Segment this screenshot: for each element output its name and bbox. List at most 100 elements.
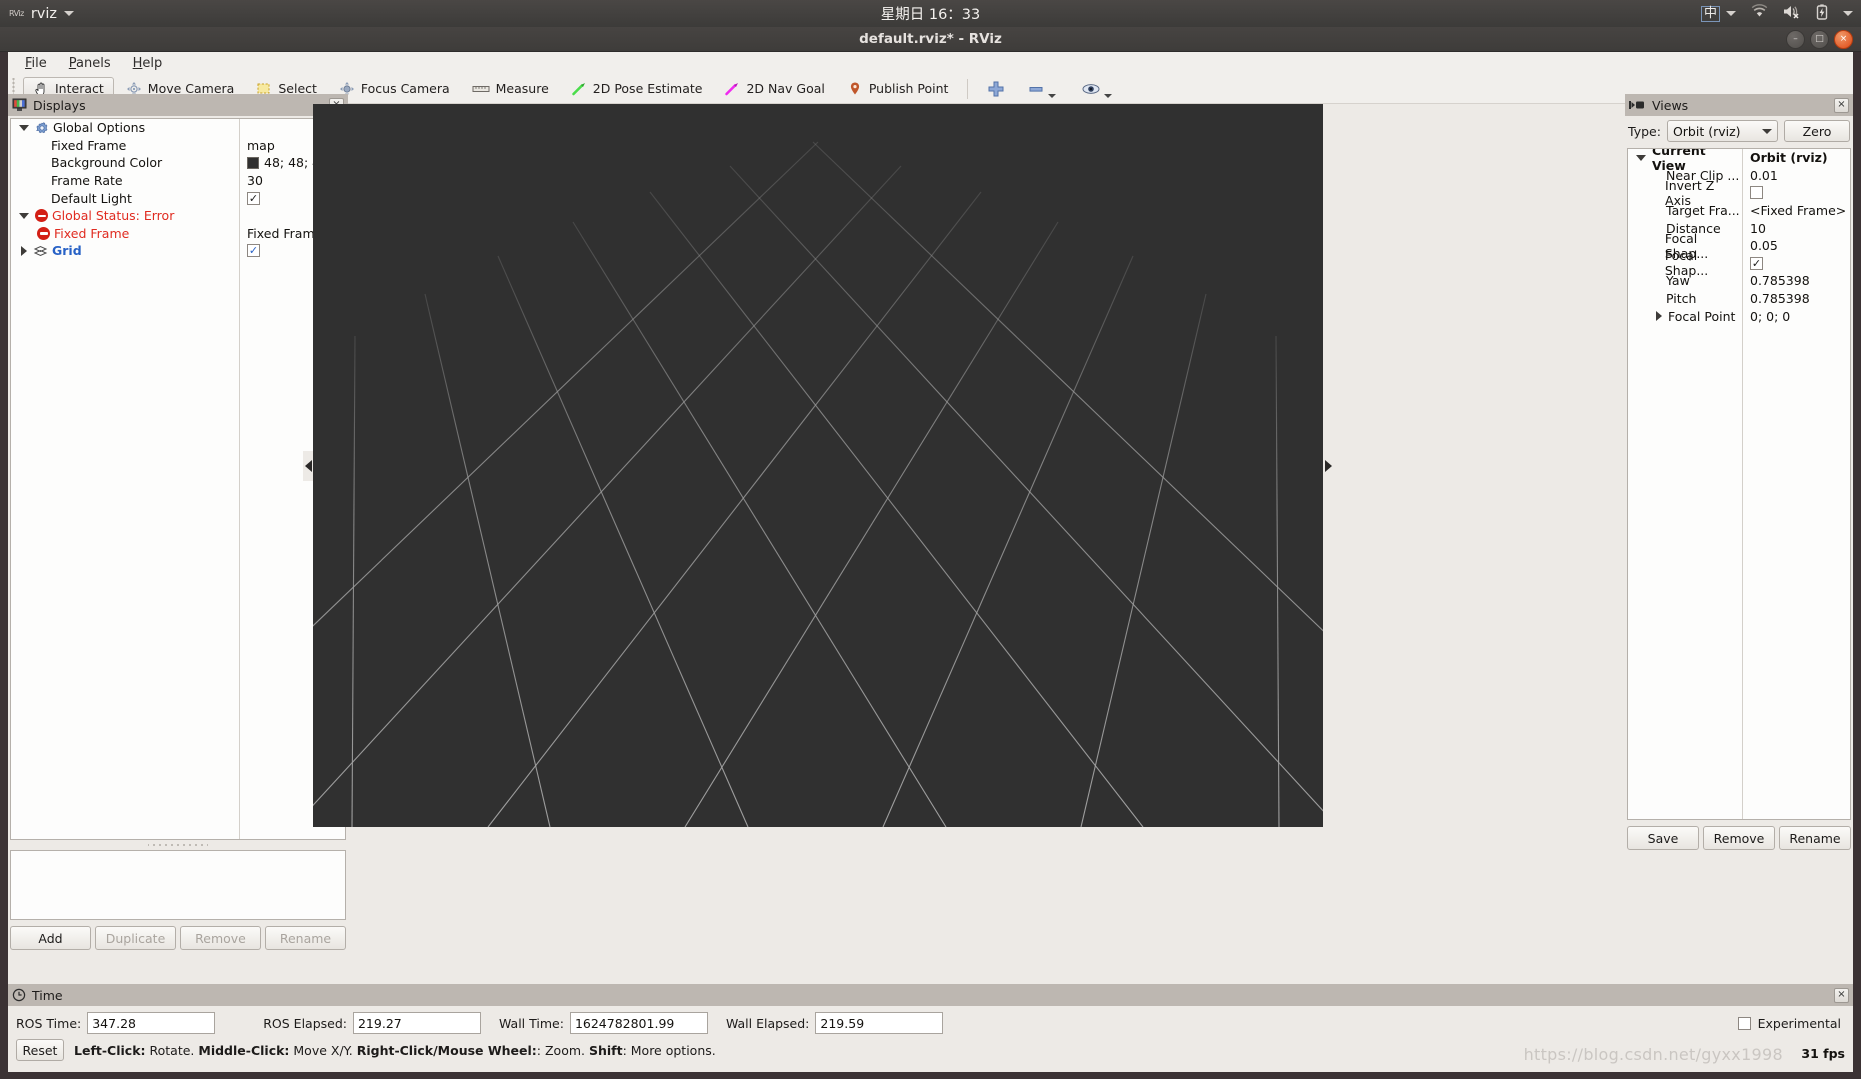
row-value[interactable]: 10 (1742, 221, 1850, 236)
view-type-select[interactable]: Orbit (rviz) (1666, 120, 1778, 142)
triangle-left-icon (304, 460, 312, 472)
experimental-toggle[interactable]: Experimental (1737, 1016, 1841, 1031)
table-row[interactable]: Fixed Frame Fixed Fram... (11, 225, 345, 243)
remove-button[interactable]: Remove (180, 926, 261, 950)
remove-button[interactable]: Remove (1703, 826, 1775, 850)
tool-2d-nav-goal[interactable]: 2D Nav Goal (714, 77, 834, 101)
input-method-indicator[interactable]: 中 (1700, 5, 1736, 22)
ros-time-input[interactable] (87, 1012, 216, 1034)
row-value[interactable]: 0.785398 (1742, 273, 1850, 288)
maximize-button[interactable]: □ (1810, 30, 1829, 49)
tool-publish-point[interactable]: Publish Point (837, 77, 959, 101)
views-tree[interactable]: Current View Orbit (rviz) Near Clip ... … (1627, 148, 1851, 820)
close-button[interactable]: × (1834, 30, 1853, 49)
table-row[interactable]: Focal Shap... ✓ (1628, 248, 1850, 278)
wall-time-label: Wall Time: (498, 1015, 564, 1031)
table-row[interactable]: Global Status: Error (11, 207, 345, 225)
table-row[interactable]: Grid ✓ (11, 242, 345, 260)
tool-focus-camera[interactable]: Focus Camera (329, 77, 460, 101)
tool-visibility-button[interactable] (1071, 77, 1125, 101)
table-row[interactable]: Fixed Frame map (11, 137, 345, 155)
tool-2d-pose-estimate[interactable]: 2D Pose Estimate (561, 77, 713, 101)
experimental-label: Experimental (1757, 1016, 1841, 1031)
mouse-hint-text: Left-Click: Rotate. Middle-Click: Move X… (74, 1043, 716, 1058)
battery-charging-icon[interactable] (1816, 3, 1828, 24)
collapse-left-handle[interactable] (303, 451, 313, 481)
wall-elapsed-input[interactable] (815, 1012, 944, 1034)
checkbox[interactable]: ✓ (247, 191, 260, 205)
close-icon[interactable]: × (1834, 97, 1849, 113)
views-panel: Views × Type: Orbit (rviz) Zero Current … (1625, 94, 1853, 984)
displays-panel-buttons: Add Duplicate Remove Rename (8, 920, 348, 954)
table-row[interactable]: Default Light ✓ (11, 189, 345, 207)
expander-icon[interactable] (19, 212, 29, 219)
experimental-checkbox[interactable] (1737, 1017, 1751, 1030)
menu-help[interactable]: Help (124, 54, 172, 73)
row-value[interactable]: Orbit (rviz) (1742, 150, 1850, 165)
rename-button[interactable]: Rename (1779, 826, 1851, 850)
minimize-button[interactable]: – (1786, 30, 1805, 49)
color-swatch-icon (247, 156, 259, 169)
rename-button[interactable]: Rename (265, 926, 346, 950)
row-value[interactable]: ✓ (1742, 256, 1850, 270)
table-row[interactable]: Yaw 0.785398 (1628, 272, 1850, 290)
duplicate-button[interactable]: Duplicate (95, 926, 176, 950)
wall-elapsed-label: Wall Elapsed: (725, 1015, 810, 1031)
time-panel-title: Time (32, 987, 63, 1003)
time-fields-row: ROS Time: ROS Elapsed: Wall Time: Wall E… (8, 1006, 1853, 1034)
add-button[interactable]: Add (10, 926, 91, 950)
table-row[interactable]: Invert Z Axis (1628, 178, 1850, 208)
row-value[interactable]: 0; 0; 0 (1742, 309, 1850, 324)
main-work-area: Displays × Global Options Fixed Frame ma (8, 94, 1853, 984)
expander-icon[interactable] (1636, 154, 1646, 161)
table-row[interactable]: Background Color 48; 48; 48 (11, 154, 345, 172)
table-row[interactable]: Target Fra... <Fixed Frame> (1628, 202, 1850, 220)
checkbox[interactable] (1750, 186, 1763, 200)
wifi-icon[interactable] (1751, 4, 1768, 23)
volume-muted-icon[interactable] (1783, 4, 1801, 23)
collapse-right-handle[interactable] (1323, 451, 1333, 481)
row-label: Default Light (51, 190, 132, 206)
expander-icon[interactable] (1656, 311, 1662, 322)
3d-viewport[interactable] (313, 104, 1323, 827)
wall-time-input[interactable] (569, 1012, 708, 1034)
column-separator[interactable] (1742, 149, 1743, 819)
column-separator[interactable] (239, 119, 240, 839)
session-menu-icon[interactable] (1843, 11, 1853, 16)
table-row[interactable]: Global Options (11, 119, 345, 137)
checkbox[interactable]: ✓ (1750, 256, 1763, 270)
expander-icon[interactable] (21, 245, 27, 256)
tool-measure[interactable]: Measure (462, 77, 559, 101)
view-type-row: Type: Orbit (rviz) Zero (1625, 116, 1853, 146)
system-clock[interactable]: 星期日 16：33 (0, 3, 1861, 24)
panel-splitter[interactable] (148, 841, 208, 849)
table-row[interactable]: Frame Rate 30 (11, 172, 345, 190)
row-value[interactable]: 0.05 (1742, 238, 1850, 253)
chevron-down-icon (64, 11, 75, 16)
zero-button[interactable]: Zero (1784, 120, 1850, 142)
close-icon[interactable]: × (1834, 987, 1849, 1003)
menu-file[interactable]: File (16, 54, 56, 73)
remove-tool-button[interactable] (1017, 76, 1069, 102)
menu-panels[interactable]: Panels (60, 54, 120, 73)
reset-button[interactable]: Reset (16, 1039, 64, 1061)
add-tool-button[interactable] (977, 76, 1015, 102)
ros-elapsed-input[interactable] (352, 1012, 481, 1034)
row-value[interactable]: <Fixed Frame> (1742, 203, 1850, 218)
expander-icon[interactable] (19, 124, 29, 131)
displays-tree[interactable]: Global Options Fixed Frame map Backgroun… (10, 118, 346, 840)
row-value[interactable] (1742, 186, 1850, 200)
table-row[interactable]: Focal Point 0; 0; 0 (1628, 307, 1850, 325)
window-titlebar: default.rviz* - RViz – □ × (0, 27, 1861, 52)
save-button[interactable]: Save (1627, 826, 1699, 850)
row-value[interactable]: 0.01 (1742, 168, 1850, 183)
chevron-down-icon[interactable] (1048, 93, 1057, 98)
wall-time-field: Wall Time: (499, 1012, 708, 1034)
table-row[interactable]: Current View Orbit (rviz) (1628, 149, 1850, 173)
row-value[interactable]: 0.785398 (1742, 291, 1850, 306)
table-row[interactable]: Pitch 0.785398 (1628, 290, 1850, 308)
chevron-down-icon[interactable] (1104, 93, 1113, 98)
app-indicator[interactable]: RViz rviz (0, 6, 75, 22)
chevron-down-icon (1726, 11, 1736, 16)
checkbox[interactable]: ✓ (247, 244, 260, 258)
